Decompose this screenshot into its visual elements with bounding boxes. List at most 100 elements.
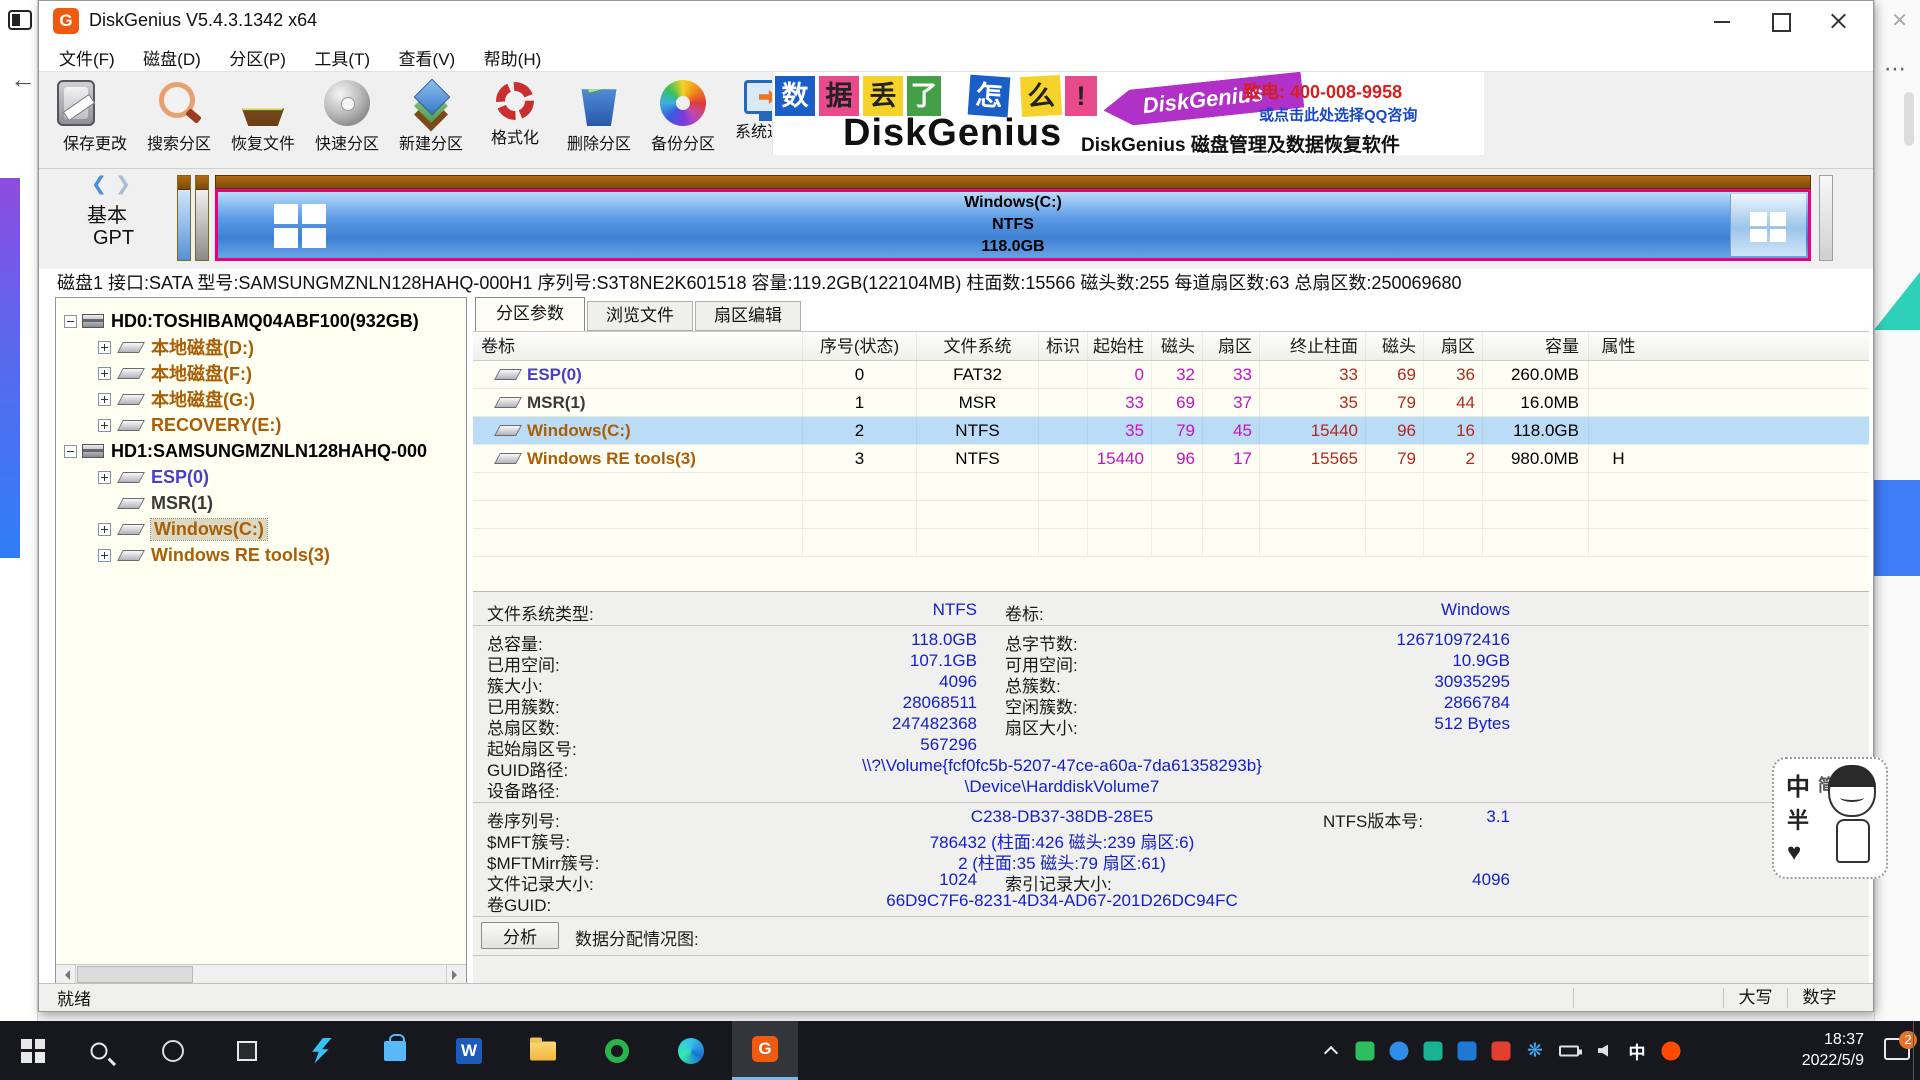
ad-phone: 致电: 400-008-9958	[1243, 78, 1402, 104]
close-button[interactable]	[1809, 1, 1867, 41]
taskbar-app-browser[interactable]	[584, 1021, 650, 1080]
table-row-windows-c[interactable]: Windows(C:) 2 NTFS 35 79 45 15440 96 16 …	[473, 417, 1869, 445]
scrollbar-thumb[interactable]	[77, 966, 193, 983]
ad-tile: 了	[907, 76, 941, 116]
menu-help[interactable]: 帮助(H)	[472, 41, 554, 74]
expand-icon[interactable]	[98, 523, 111, 536]
windows-logo-icon	[21, 1039, 45, 1063]
ime-lang-label[interactable]: 中	[1786, 767, 1810, 802]
start-button[interactable]	[0, 1021, 66, 1080]
ad-tile: 怎	[968, 75, 1011, 118]
menu-disk[interactable]: 磁盘(D)	[131, 41, 213, 74]
format-button[interactable]: 格式化	[473, 72, 557, 168]
tree-item-local-d[interactable]: 本地磁盘(D:)	[56, 334, 466, 360]
re-tools-partition-segment[interactable]	[1730, 194, 1806, 256]
delete-partition-button[interactable]: 删除分区	[557, 72, 641, 168]
esp-partition-bar[interactable]	[177, 175, 191, 261]
quick-partition-button[interactable]: 快速分区	[305, 72, 389, 168]
overflow-menu-icon[interactable]: ⋯	[1884, 56, 1906, 82]
tray-battery[interactable]	[1554, 1021, 1584, 1080]
tree-item-windows-re[interactable]: Windows RE tools(3)	[56, 542, 466, 568]
tree-item-windows-c[interactable]: Windows(C:)	[56, 516, 466, 542]
analyze-button[interactable]: 分析	[481, 922, 559, 949]
tray-icon-globe[interactable]	[1384, 1021, 1414, 1080]
show-desktop-button[interactable]	[1913, 1021, 1920, 1080]
expand-icon[interactable]	[98, 471, 111, 484]
scroll-right-icon[interactable]	[446, 965, 466, 984]
table-row-windows-re[interactable]: Windows RE tools(3) 3 NTFS 15440 96 17 1…	[473, 445, 1869, 473]
save-changes-button[interactable]: 保存更改	[53, 72, 137, 168]
menu-tools[interactable]: 工具(T)	[302, 41, 382, 74]
ime-widget[interactable]: 中 简 半 ♥	[1772, 757, 1888, 879]
tray-icon-360[interactable]: ❋	[1520, 1021, 1550, 1080]
partition-icon	[117, 472, 145, 483]
background-close-icon[interactable]: ✕	[1891, 8, 1908, 33]
tree-item-local-g[interactable]: 本地磁盘(G:)	[56, 386, 466, 412]
tray-icon-security[interactable]	[1486, 1021, 1516, 1080]
collapse-icon[interactable]	[64, 315, 77, 328]
tab-partition-parameters[interactable]: 分区参数	[475, 297, 585, 331]
expand-icon[interactable]	[98, 341, 111, 354]
tray-show-hidden-icons[interactable]	[1316, 1021, 1346, 1080]
backup-partition-button[interactable]: 备份分区	[641, 72, 725, 168]
back-arrow-icon[interactable]: ←	[10, 64, 36, 95]
notification-center-icon[interactable]: 2	[1884, 1038, 1910, 1060]
background-scrollbar[interactable]	[1904, 92, 1914, 146]
table-row-msr[interactable]: MSR(1) 1 MSR 33 69 37 35 79 44 16.0MB	[473, 389, 1869, 417]
taskbar-app-store[interactable]	[362, 1021, 428, 1080]
taskbar-search-button[interactable]	[66, 1021, 132, 1080]
windows-c-partition-bar[interactable]: Windows(C:) NTFS 118.0GB	[215, 175, 1811, 261]
prev-disk-icon[interactable]: ❮	[91, 173, 107, 196]
num-indicator: 数字	[1787, 988, 1851, 1008]
taskbar-app-word[interactable]: W	[436, 1021, 502, 1080]
scroll-left-icon[interactable]	[56, 965, 76, 984]
task-view-button[interactable]	[214, 1021, 280, 1080]
tree-item-hd0[interactable]: HD0:TOSHIBAMQ04ABF100(932GB)	[56, 308, 466, 334]
search-partition-button[interactable]: 搜索分区	[137, 72, 221, 168]
maximize-button[interactable]	[1751, 1, 1809, 41]
msr-partition-bar[interactable]	[195, 175, 209, 261]
expand-icon[interactable]	[98, 549, 111, 562]
tree-item-local-f[interactable]: 本地磁盘(F:)	[56, 360, 466, 386]
next-disk-sliver[interactable]	[1819, 175, 1833, 261]
menu-view[interactable]: 查看(V)	[387, 41, 468, 74]
taskbar-clock[interactable]: 18:37 2022/5/9	[1734, 1029, 1864, 1071]
tray-icon-wechat[interactable]	[1350, 1021, 1380, 1080]
tab-sector-edit[interactable]: 扇区编辑	[695, 301, 801, 331]
tray-ime-mode[interactable]: 中	[1622, 1021, 1652, 1080]
tree-item-esp[interactable]: ESP(0)	[56, 464, 466, 490]
expand-icon[interactable]	[98, 367, 111, 380]
expand-icon[interactable]	[98, 419, 111, 432]
layers-icon	[408, 80, 454, 126]
tree-item-msr[interactable]: MSR(1)	[56, 490, 466, 516]
minimize-button[interactable]	[1693, 1, 1751, 41]
tray-volume[interactable]	[1588, 1021, 1618, 1080]
tree-item-recovery-e[interactable]: RECOVERY(E:)	[56, 412, 466, 438]
taskbar-app-messenger[interactable]	[288, 1021, 354, 1080]
taskbar-app-diskgenius-active[interactable]: G	[732, 1021, 798, 1080]
ime-heart-icon[interactable]: ♥	[1787, 839, 1801, 867]
tray-icon-sogou[interactable]	[1656, 1021, 1686, 1080]
tree-horizontal-scrollbar[interactable]	[56, 964, 466, 984]
taskbar-app-edge[interactable]	[658, 1021, 724, 1080]
menu-partition[interactable]: 分区(P)	[217, 41, 298, 74]
collapse-icon[interactable]	[64, 445, 77, 458]
format-ring-icon	[496, 82, 534, 120]
new-partition-button[interactable]: 新建分区	[389, 72, 473, 168]
ime-halfwidth-label[interactable]: 半	[1787, 803, 1809, 835]
tray-icon-qq[interactable]	[1452, 1021, 1482, 1080]
tray-icon-teal-app[interactable]	[1418, 1021, 1448, 1080]
expand-icon[interactable]	[98, 393, 111, 406]
ad-qq-link[interactable]: 或点击此处选择QQ咨询	[1259, 104, 1417, 125]
ad-banner[interactable]: DiskGenius 数 据 丢 了 怎 么 ! DiskGenius 致电: …	[772, 72, 1484, 155]
tab-browse-files[interactable]: 浏览文件	[587, 301, 693, 331]
qq-icon	[1458, 1041, 1477, 1060]
table-row-esp[interactable]: ESP(0) 0 FAT32 0 32 33 33 69 36 260.0MB	[473, 361, 1869, 389]
recover-files-button[interactable]: 恢复文件	[221, 72, 305, 168]
next-disk-icon[interactable]: ❯	[115, 173, 131, 196]
cortana-button[interactable]	[140, 1021, 206, 1080]
menu-file[interactable]: 文件(F)	[47, 41, 127, 74]
taskbar-file-explorer[interactable]	[510, 1021, 576, 1080]
partition-icon	[117, 524, 145, 535]
tree-item-hd1[interactable]: HD1:SAMSUNGMZNLN128HAHQ-000	[56, 438, 466, 464]
